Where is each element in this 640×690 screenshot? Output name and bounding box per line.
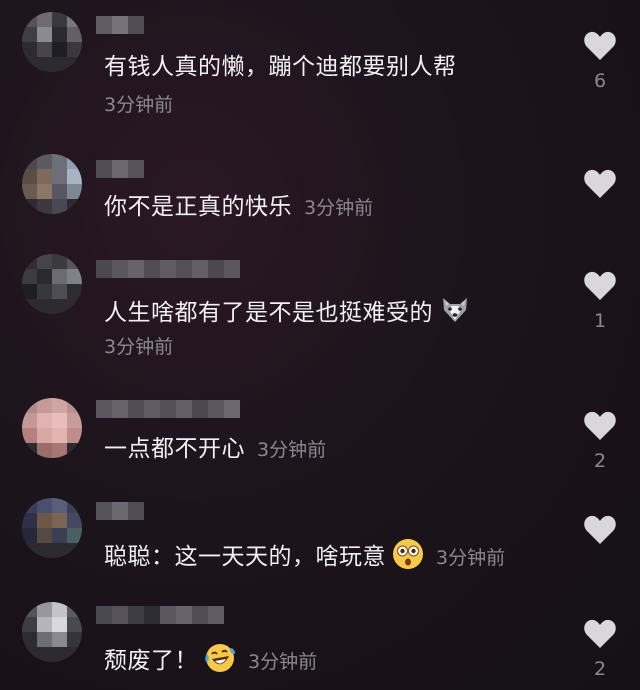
comment-text: 颓废了！ 3分钟前 <box>104 642 317 677</box>
avatar[interactable] <box>22 498 82 558</box>
husky-dog-emoji <box>443 298 467 322</box>
avatar[interactable] <box>22 12 82 72</box>
like-button[interactable]: 2 <box>582 618 618 680</box>
like-count: 2 <box>593 450 607 472</box>
heart-icon <box>584 271 616 300</box>
username-blurred[interactable] <box>96 400 240 418</box>
comment-time: 3分钟前 <box>304 197 374 219</box>
like-button[interactable] <box>582 168 618 208</box>
like-count: 6 <box>593 70 607 92</box>
comment-text: 人生啥都有了是不是也挺难受的 <box>104 294 471 328</box>
username-blurred[interactable] <box>96 606 224 624</box>
laughing-tears-face-emoji <box>205 644 235 672</box>
avatar[interactable] <box>22 602 82 662</box>
heart-icon <box>584 31 616 60</box>
avatar[interactable] <box>22 154 82 214</box>
username-blurred[interactable] <box>96 160 144 178</box>
avatar[interactable] <box>22 398 82 458</box>
username-blurred[interactable] <box>96 16 144 34</box>
like-count: 1 <box>593 310 607 332</box>
username-blurred[interactable] <box>96 502 144 520</box>
comment-text: 你不是正真的快乐 3分钟前 <box>104 194 374 220</box>
comment-text: 一点都不开心 3分钟前 <box>104 436 327 462</box>
like-button[interactable]: 6 <box>582 30 618 92</box>
comment-time: 3分钟前 <box>436 547 506 569</box>
comment-time: 3分钟前 <box>257 439 327 461</box>
like-button[interactable] <box>582 514 618 554</box>
like-count: 2 <box>593 658 607 680</box>
comment-time: 3分钟前 <box>104 94 174 116</box>
heart-icon <box>584 411 616 440</box>
avatar[interactable] <box>22 254 82 314</box>
comment-text: 有钱人真的懒，蹦个迪都要别人帮 <box>104 54 457 80</box>
heart-icon <box>584 169 616 198</box>
heart-icon <box>584 515 616 544</box>
like-button[interactable]: 2 <box>582 410 618 472</box>
comment-time: 3分钟前 <box>248 651 318 673</box>
shocked-face-emoji <box>393 539 423 569</box>
username-blurred[interactable] <box>96 260 240 278</box>
comment-text: 聪聪：这一天天的，啥玩意 3分钟前 <box>104 538 505 573</box>
heart-icon <box>584 619 616 648</box>
comment-time: 3分钟前 <box>104 336 174 358</box>
like-button[interactable]: 1 <box>582 270 618 332</box>
